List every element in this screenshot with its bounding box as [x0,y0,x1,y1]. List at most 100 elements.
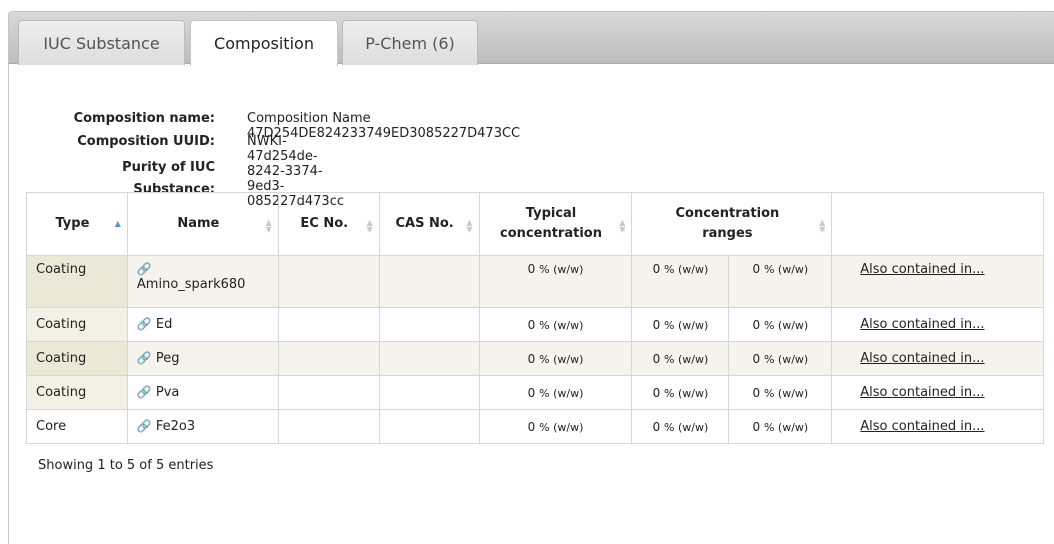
column-header-ec-label: EC No. [300,216,349,231]
sort-icon: ▲ ▼ [265,218,272,234]
max-cell: 0 % (w/w) [728,255,833,308]
unit: % (w/w) [664,386,709,400]
min-value: 0 [652,419,661,434]
also-contained-link[interactable]: Also contained in... [860,419,984,434]
column-header-typical-concentration[interactable]: Typical concentration ▲ ▼ [478,192,633,256]
min-cell: 0 % (w/w) [631,255,730,308]
unit: % (w/w) [664,420,709,434]
sort-asc-icon: ▲ [114,219,121,228]
column-header-concentration-ranges[interactable]: Concentration ranges ▲ ▼ [631,192,833,256]
link-icon: 🔗 [136,351,152,365]
column-header-typical-label-2: concentration [500,226,602,241]
link-cell: Also contained in... [831,307,1044,342]
component-name: Peg [155,351,180,366]
unit: % (w/w) [664,352,709,366]
composition-uuid-label: Composition UUID: [77,134,215,149]
unit: % (w/w) [664,263,709,276]
type-cell: Coating [26,255,128,308]
unit: % (w/w) [539,318,584,332]
column-header-ec[interactable]: EC No. ▲ ▼ [277,192,380,256]
composition-table: Type ▲ Name ▲ ▼ EC No. ▲ ▼ CAS No. ▲ ▼ Typi… [26,192,1044,444]
ec-cell [277,255,380,308]
max-value: 0 [752,317,761,332]
min-value: 0 [652,317,661,332]
component-name: Pva [155,385,180,400]
sort-icon: ▲ ▼ [466,218,473,234]
table-row: Coating 🔗 Ed 0 % (w/w) 0 % (w/w) 0 % (w/w… [26,307,1044,342]
link-icon: 🔗 [136,262,152,276]
min-cell: 0 % (w/w) [631,375,730,410]
column-header-name[interactable]: Name ▲ ▼ [126,192,279,256]
typical-cell: 0 % (w/w) [478,341,633,376]
column-header-ranges-label-2: ranges [702,226,753,241]
ec-cell [277,341,380,376]
name-cell: 🔗 Peg [126,341,279,376]
unit: % (w/w) [763,318,809,332]
typical-cell: 0 % (w/w) [478,375,633,410]
also-contained-link[interactable]: Also contained in... [860,262,984,277]
unit: % (w/w) [763,386,809,400]
column-header-cas-label: CAS No. [395,216,454,231]
ec-cell [277,409,380,444]
purity-label-line1: Purity of IUC [122,160,215,175]
table-info: Showing 1 to 5 of 5 entries [38,458,214,473]
unit: % (w/w) [763,352,809,366]
typical-cell: 0 % (w/w) [478,255,633,308]
table-header-row: Type ▲ Name ▲ ▼ EC No. ▲ ▼ CAS No. ▲ ▼ Typi… [26,192,1044,256]
column-header-type-label: Type [55,216,90,231]
min-value: 0 [652,351,661,366]
table-row: Coating 🔗 Pva 0 % (w/w) 0 % (w/w) 0 % (w/… [26,375,1044,410]
cas-cell [378,307,480,342]
unit: % (w/w) [539,420,584,434]
unit: % (w/w) [539,263,584,276]
table-row: Coating 🔗 Amino_spark680 0 % (w/w) 0 % (w… [26,255,1044,308]
type-cell: Coating [26,307,128,342]
typical-value: 0 [527,419,536,434]
component-name: Amino_spark680 [136,277,246,292]
unit: % (w/w) [539,386,584,400]
column-header-type[interactable]: Type ▲ [26,192,128,256]
also-contained-link[interactable]: Also contained in... [860,317,984,332]
typical-value: 0 [527,262,536,276]
max-value: 0 [752,419,761,434]
unit: % (w/w) [539,352,584,366]
min-cell: 0 % (w/w) [631,341,730,376]
sort-icon: ▲ ▼ [819,218,826,234]
min-value: 0 [652,262,661,276]
cas-cell [378,409,480,444]
also-contained-link[interactable]: Also contained in... [860,385,984,400]
name-cell: 🔗 Amino_spark680 [126,255,279,308]
unit: % (w/w) [763,420,809,434]
tab-bar: IUC Substance Composition P-Chem (6) [9,12,1054,66]
name-cell: 🔗 Fe2o3 [126,409,279,444]
composition-name-label: Composition name: [73,111,215,126]
typical-cell: 0 % (w/w) [478,409,633,444]
link-icon: 🔗 [136,317,152,331]
unit: % (w/w) [763,263,809,276]
tab-iuc-substance[interactable]: IUC Substance [18,20,185,65]
column-header-cas[interactable]: CAS No. ▲ ▼ [378,192,480,256]
tab-p-chem[interactable]: P-Chem (6) [342,20,478,65]
link-cell: Also contained in... [831,375,1044,410]
max-value: 0 [752,351,761,366]
name-cell: 🔗 Ed [126,307,279,342]
tab-composition[interactable]: Composition [190,20,338,66]
link-icon: 🔗 [136,385,152,399]
max-value: 0 [752,385,761,400]
typical-value: 0 [527,385,536,400]
link-cell: Also contained in... [831,409,1044,444]
also-contained-link[interactable]: Also contained in... [860,351,984,366]
component-name: Fe2o3 [155,419,196,434]
max-cell: 0 % (w/w) [728,307,833,342]
column-header-ranges-label-1: Concentration [675,206,780,221]
type-cell: Coating [26,341,128,376]
max-cell: 0 % (w/w) [728,341,833,376]
ec-cell [277,307,380,342]
link-cell: Also contained in... [831,341,1044,376]
column-header-typical-label-1: Typical [525,206,577,221]
sort-icon: ▲ ▼ [366,218,373,234]
min-cell: 0 % (w/w) [631,409,730,444]
type-cell: Coating [26,375,128,410]
table-row: Core 🔗 Fe2o3 0 % (w/w) 0 % (w/w) 0 % (w/w… [26,409,1044,444]
max-value: 0 [752,262,761,276]
